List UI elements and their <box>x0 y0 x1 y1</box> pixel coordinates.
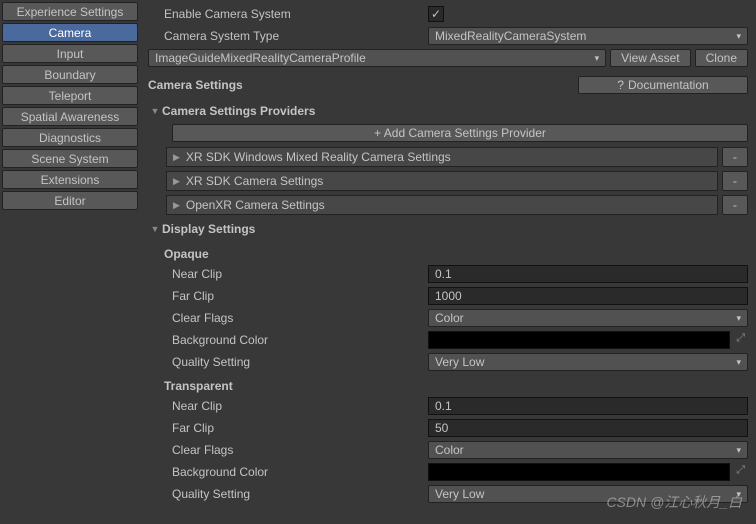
opaque-bg-label: Background Color <box>148 333 428 347</box>
sidebar: Experience Settings Camera Input Boundar… <box>0 0 140 524</box>
clone-button[interactable]: Clone <box>695 49 748 67</box>
opaque-near-clip-label: Near Clip <box>148 267 428 281</box>
opaque-far-clip-label: Far Clip <box>148 289 428 303</box>
transparent-bg-color-picker[interactable] <box>428 463 730 481</box>
transparent-title: Transparent <box>148 376 748 396</box>
remove-provider-button[interactable]: - <box>722 171 748 191</box>
system-type-dropdown[interactable]: MixedRealityCameraSystem <box>428 27 748 45</box>
enable-camera-checkbox[interactable]: ✓ <box>428 6 444 22</box>
chevron-right-icon: ▶ <box>173 152 180 163</box>
transparent-quality-dropdown[interactable]: Very Low <box>428 485 748 503</box>
transparent-near-clip-input[interactable]: 0.1 <box>428 397 748 415</box>
chevron-down-icon: ▼ <box>148 224 162 234</box>
provider-item[interactable]: ▶XR SDK Camera Settings <box>166 171 718 191</box>
opaque-quality-dropdown[interactable]: Very Low <box>428 353 748 371</box>
sidebar-item-editor[interactable]: Editor <box>2 191 138 210</box>
help-icon: ? <box>617 78 624 92</box>
opaque-far-clip-input[interactable]: 1000 <box>428 287 748 305</box>
remove-provider-button[interactable]: - <box>722 147 748 167</box>
sidebar-item-teleport[interactable]: Teleport <box>2 86 138 105</box>
add-provider-button[interactable]: + Add Camera Settings Provider <box>172 124 748 142</box>
opaque-title: Opaque <box>148 244 748 264</box>
providers-foldout[interactable]: ▼ Camera Settings Providers <box>148 100 748 122</box>
camera-settings-title: Camera Settings <box>148 78 243 92</box>
chevron-right-icon: ▶ <box>173 200 180 211</box>
opaque-quality-label: Quality Setting <box>148 355 428 369</box>
sidebar-item-diagnostics[interactable]: Diagnostics <box>2 128 138 147</box>
enable-camera-label: Enable Camera System <box>148 7 428 21</box>
transparent-far-clip-label: Far Clip <box>148 421 428 435</box>
documentation-button[interactable]: ? Documentation <box>578 76 748 94</box>
profile-dropdown[interactable]: ImageGuideMixedRealityCameraProfile <box>148 49 606 67</box>
transparent-far-clip-input[interactable]: 50 <box>428 419 748 437</box>
sidebar-item-spatial[interactable]: Spatial Awareness <box>2 107 138 126</box>
display-foldout[interactable]: ▼ Display Settings <box>148 218 748 240</box>
provider-item[interactable]: ▶XR SDK Windows Mixed Reality Camera Set… <box>166 147 718 167</box>
sidebar-item-scene[interactable]: Scene System <box>2 149 138 168</box>
sidebar-item-experience[interactable]: Experience Settings <box>2 2 138 21</box>
transparent-clear-flags-label: Clear Flags <box>148 443 428 457</box>
main-panel: Enable Camera System ✓ Camera System Typ… <box>140 0 756 524</box>
transparent-bg-label: Background Color <box>148 465 428 479</box>
view-asset-button[interactable]: View Asset <box>610 49 690 67</box>
transparent-clear-flags-dropdown[interactable]: Color <box>428 441 748 459</box>
transparent-near-clip-label: Near Clip <box>148 399 428 413</box>
opaque-clear-flags-label: Clear Flags <box>148 311 428 325</box>
chevron-down-icon: ▼ <box>148 106 162 116</box>
sidebar-item-input[interactable]: Input <box>2 44 138 63</box>
sidebar-item-camera[interactable]: Camera <box>2 23 138 42</box>
opaque-clear-flags-dropdown[interactable]: Color <box>428 309 748 327</box>
system-type-label: Camera System Type <box>148 29 428 43</box>
opaque-near-clip-input[interactable]: 0.1 <box>428 265 748 283</box>
provider-item[interactable]: ▶OpenXR Camera Settings <box>166 195 718 215</box>
transparent-quality-label: Quality Setting <box>148 487 428 501</box>
sidebar-item-extensions[interactable]: Extensions <box>2 170 138 189</box>
sidebar-item-boundary[interactable]: Boundary <box>2 65 138 84</box>
remove-provider-button[interactable]: - <box>722 195 748 215</box>
opaque-bg-color-picker[interactable] <box>428 331 730 349</box>
chevron-right-icon: ▶ <box>173 176 180 187</box>
